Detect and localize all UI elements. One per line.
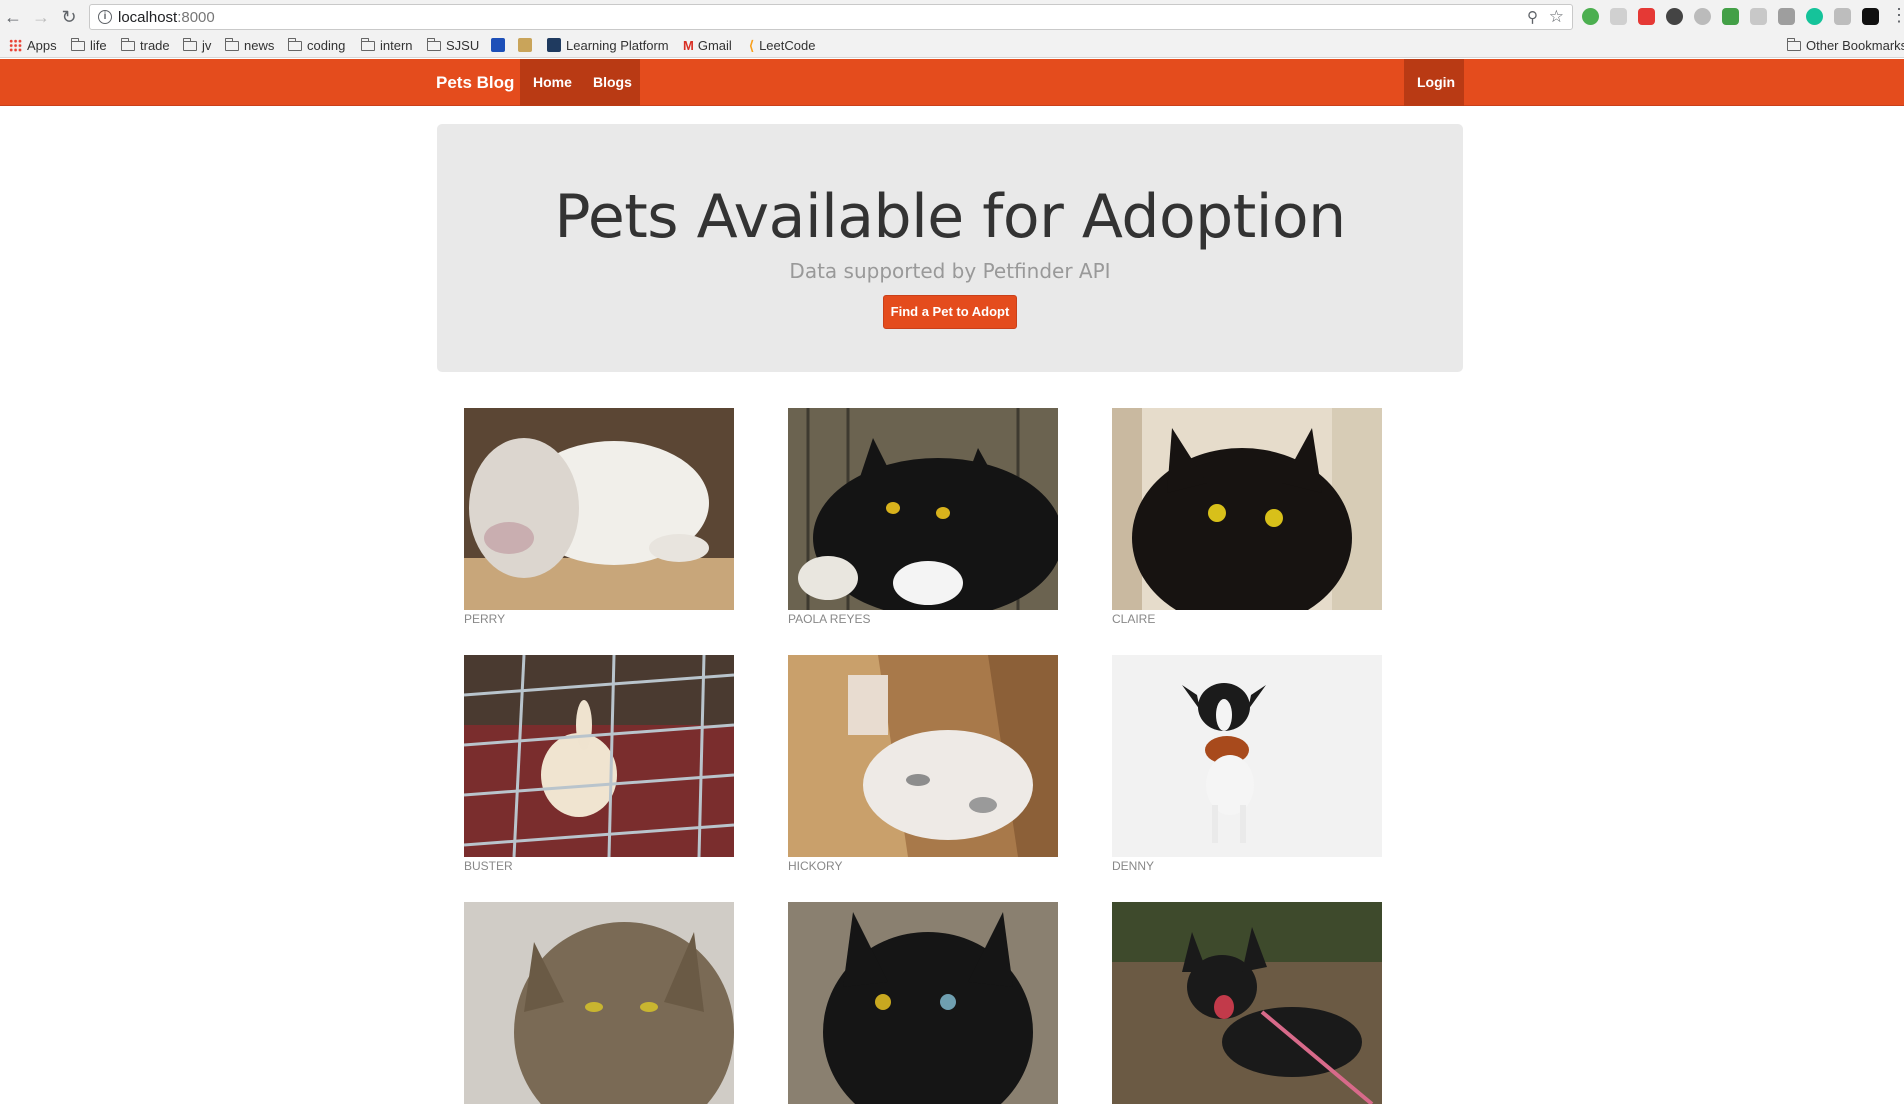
browser-toolbar: ← → ↻ i localhost:8000 ⚲ ☆ ⋮ [0,0,1904,34]
bookmark-favicon[interactable] [518,37,537,55]
bookmark-folder[interactable]: jv [183,37,211,55]
extension-icon[interactable] [1806,8,1823,25]
extension-icon[interactable] [1750,8,1767,25]
pet-photo[interactable] [788,902,1058,1104]
extension-icon[interactable] [1666,8,1683,25]
bookmark-label: SJSU [446,38,480,53]
url-port: :8000 [177,9,215,26]
bookmark-label: Learning Platform [566,38,669,53]
extension-icon[interactable] [1862,8,1879,25]
extension-icon[interactable] [1638,8,1655,25]
pet-photo[interactable] [1112,655,1382,857]
brand-link[interactable]: Pets Blog [436,73,514,93]
bookmark-label: news [244,38,275,53]
pet-name[interactable]: BUSTER [464,859,513,873]
search-icon[interactable]: ⚲ [1527,8,1538,26]
browser-menu-icon[interactable]: ⋮ [1890,5,1904,26]
gmail-icon: M [683,38,694,53]
bookmark-label: LeetCode [759,38,816,53]
bookmark-label: coding [307,38,346,53]
bookmark-learning-platform[interactable]: Learning Platform [547,37,669,55]
hero-banner: Pets Available for Adoption Data support… [437,124,1463,372]
browser-chrome: ← → ↻ i localhost:8000 ⚲ ☆ ⋮ Apps life t… [0,0,1904,58]
bookmark-favicon[interactable] [491,37,510,55]
folder-icon [225,38,239,51]
nav-blogs[interactable]: Blogs [580,59,640,106]
reload-icon[interactable]: ↻ [58,6,80,28]
extension-icon[interactable] [1582,8,1599,25]
bookmark-label: trade [140,38,170,53]
folder-icon [183,38,197,51]
apps-grid-icon [9,39,22,52]
folder-icon [121,38,135,51]
bookmark-gmail[interactable]: M Gmail [683,37,732,55]
hero-subtitle: Data supported by Petfinder API [789,259,1111,283]
bookmark-favicon-icon [518,38,532,52]
pet-name[interactable]: DENNY [1112,859,1154,873]
url-host: localhost [118,9,178,26]
folder-icon [427,38,441,51]
folder-icon [71,38,85,51]
pet-photo[interactable] [1112,902,1382,1104]
folder-icon [361,38,375,51]
bookmark-folder[interactable]: news [225,37,274,55]
pet-name[interactable]: PAOLA REYES [788,612,870,626]
folder-icon [1787,38,1801,51]
extension-icon[interactable] [1610,8,1627,25]
pet-photo[interactable] [464,902,734,1104]
site-navbar: Pets Blog Home Blogs Login [0,59,1904,106]
bookmark-other[interactable]: Other Bookmarks [1787,37,1904,55]
bookmark-folder[interactable]: intern [361,37,413,55]
learning-platform-icon [547,38,561,52]
bookmark-label: Gmail [697,38,732,53]
pet-photo[interactable] [788,408,1058,610]
pet-name[interactable]: CLAIRE [1112,612,1155,626]
pet-name[interactable]: PERRY [464,612,505,626]
bookmark-label: jv [202,38,212,53]
bookmark-label: intern [380,38,413,53]
bookmark-leetcode[interactable]: ⟨ LeetCode [749,37,815,55]
hero-title: Pets Available for Adoption [554,182,1346,252]
camera-icon[interactable] [1778,8,1795,25]
pet-photo[interactable] [464,655,734,857]
leetcode-icon: ⟨ [749,38,755,53]
login-button[interactable]: Login [1404,59,1464,106]
pet-photo[interactable] [788,655,1058,857]
extension-icon[interactable] [1694,8,1711,25]
bookmark-label: Apps [27,38,57,53]
pet-photo[interactable] [1112,408,1382,610]
bookmark-folder[interactable]: trade [121,37,170,55]
info-icon[interactable]: i [98,10,112,24]
bookmark-folder[interactable]: life [71,37,107,55]
folder-icon [288,38,302,51]
find-pet-button[interactable]: Find a Pet to Adopt [883,295,1017,329]
back-icon[interactable]: ← [2,6,24,28]
pet-name[interactable]: HICKORY [788,859,842,873]
bookmark-folder[interactable]: coding [288,37,345,55]
url-text[interactable]: localhost:8000 [118,9,215,26]
bookmark-star-icon[interactable]: ☆ [1549,7,1564,27]
extension-icon[interactable] [1834,8,1851,25]
bookmark-folder[interactable]: SJSU [427,37,479,55]
address-bar[interactable]: i localhost:8000 ⚲ ☆ [89,4,1573,30]
paw-icon [491,38,505,52]
bookmark-label: Other Bookmarks [1806,38,1904,53]
forward-icon[interactable]: → [30,6,52,28]
extension-icon[interactable] [1722,8,1739,25]
bookmark-label: life [90,38,107,53]
pet-photo[interactable] [464,408,734,610]
nav-home[interactable]: Home [520,59,580,106]
bookmark-apps[interactable]: Apps [9,37,57,55]
bookmarks-bar: Apps life trade jv news coding intern SJ… [0,34,1904,58]
